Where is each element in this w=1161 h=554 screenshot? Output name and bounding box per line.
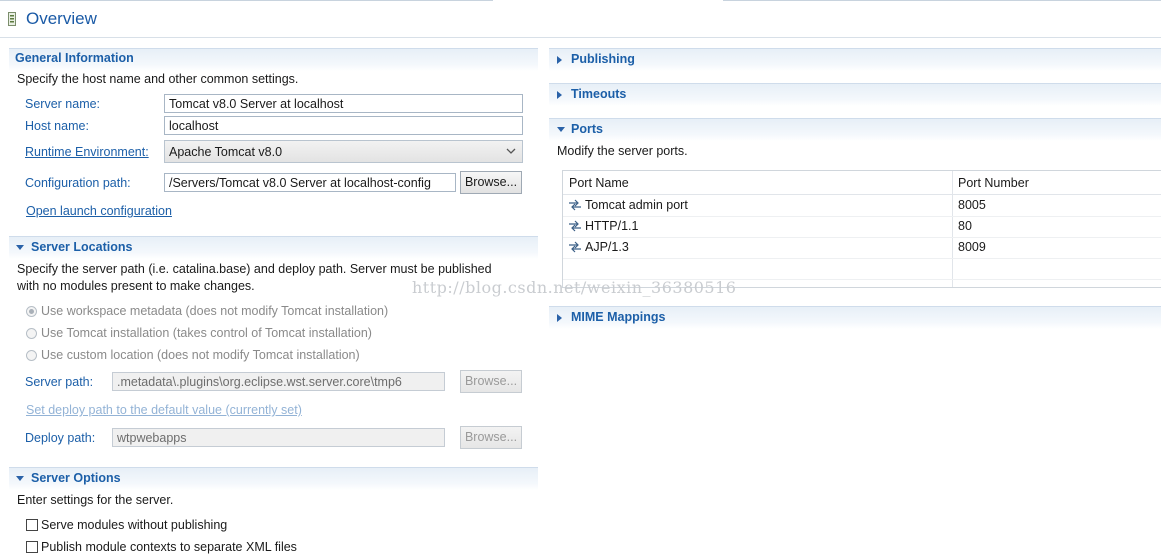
runtime-environment-select[interactable]: Apache Tomcat v8.0 [164, 140, 523, 163]
server-name-label: Server name: [25, 97, 101, 111]
ports-description: Modify the server ports. [557, 144, 688, 158]
configuration-path-label: Configuration path: [25, 176, 131, 190]
server-locations-description-1: Specify the server path (i.e. catalina.b… [17, 262, 492, 276]
host-name-label: Host name: [25, 119, 89, 133]
configuration-browse-button[interactable]: Browse... [460, 171, 522, 194]
table-row-port-name[interactable]: Tomcat admin port [585, 198, 688, 212]
column-header-port-number[interactable]: Port Number [958, 176, 1029, 190]
server-name-input[interactable]: Tomcat v8.0 Server at localhost [164, 94, 523, 113]
collapse-icon[interactable] [16, 476, 24, 481]
header-divider [0, 37, 1161, 38]
runtime-environment-value: Apache Tomcat v8.0 [169, 145, 283, 159]
column-header-port-name[interactable]: Port Name [569, 176, 629, 190]
deploy-path-label: Deploy path: [25, 431, 96, 445]
publish-contexts-label: Publish module contexts to separate XML … [41, 540, 297, 554]
table-row-port-number[interactable]: 8009 [958, 240, 986, 254]
serve-modules-label: Serve modules without publishing [41, 518, 228, 532]
deploy-path-input[interactable]: wtpwebapps [112, 428, 445, 447]
page-title: Overview [26, 9, 97, 28]
server-locations-description-2: with no modules present to make changes. [17, 279, 255, 293]
collapse-icon[interactable] [557, 127, 565, 132]
use-workspace-metadata-label: Use workspace metadata (does not modify … [41, 304, 389, 318]
runtime-environment-link[interactable]: Runtime Environment: [25, 145, 149, 159]
expand-icon[interactable] [557, 314, 562, 322]
collapse-icon[interactable] [16, 245, 24, 250]
table-row-port-name[interactable]: HTTP/1.1 [585, 219, 639, 233]
server-options-description: Enter settings for the server. [17, 493, 174, 507]
row-divider [563, 216, 1161, 217]
table-row-port-name[interactable]: AJP/1.3 [585, 240, 629, 254]
server-options-title[interactable]: Server Options [31, 471, 121, 485]
header-divider [563, 194, 1161, 195]
use-workspace-metadata-radio[interactable] [26, 306, 37, 317]
timeouts-title[interactable]: Timeouts [571, 87, 626, 101]
table-row-port-number[interactable]: 80 [958, 219, 972, 233]
row-divider [563, 237, 1161, 238]
server-locations-title[interactable]: Server Locations [31, 240, 132, 254]
expand-icon[interactable] [557, 56, 562, 64]
use-custom-location-radio[interactable] [26, 350, 37, 361]
watermark-text: http://blog.csdn.net/weixin_36380516 [412, 278, 737, 297]
publishing-title[interactable]: Publishing [571, 52, 635, 66]
port-icon [569, 220, 581, 232]
timeouts-section-header[interactable] [549, 83, 1161, 106]
server-path-input[interactable]: .metadata\.plugins\org.eclipse.wst.serve… [112, 372, 445, 391]
server-path-label: Server path: [25, 375, 94, 389]
row-divider [563, 258, 1161, 259]
use-tomcat-installation-label: Use Tomcat installation (takes control o… [41, 326, 372, 340]
mime-mappings-title[interactable]: MIME Mappings [571, 310, 665, 324]
port-icon [569, 241, 581, 253]
general-description: Specify the host name and other common s… [17, 72, 299, 86]
chevron-down-icon [506, 148, 516, 154]
configuration-path-input[interactable]: /Servers/Tomcat v8.0 Server at localhost… [164, 173, 456, 192]
use-custom-location-label: Use custom location (does not modify Tom… [41, 348, 360, 362]
server-path-browse-button[interactable]: Browse... [460, 370, 522, 393]
set-deploy-path-default-link[interactable]: Set deploy path to the default value (cu… [26, 403, 302, 417]
expand-icon[interactable] [557, 91, 562, 99]
server-overview-icon [8, 12, 16, 26]
use-tomcat-installation-radio[interactable] [26, 328, 37, 339]
deploy-path-browse-button[interactable]: Browse... [460, 426, 522, 449]
host-name-input[interactable]: localhost [164, 116, 523, 135]
open-launch-configuration-link[interactable]: Open launch configuration [26, 204, 172, 218]
publishing-section-header[interactable] [549, 48, 1161, 71]
editor-tab-gap [493, 0, 723, 1]
serve-modules-checkbox[interactable] [26, 519, 38, 531]
table-row-port-number[interactable]: 8005 [958, 198, 986, 212]
general-information-title: General Information [15, 51, 134, 65]
port-icon [569, 199, 581, 211]
ports-table[interactable]: Port Name Port Number Tomcat admin port … [562, 170, 1161, 288]
publish-contexts-checkbox[interactable] [26, 541, 38, 553]
column-separator [952, 171, 953, 287]
ports-title[interactable]: Ports [571, 122, 603, 136]
ports-section-header[interactable] [549, 118, 1161, 141]
